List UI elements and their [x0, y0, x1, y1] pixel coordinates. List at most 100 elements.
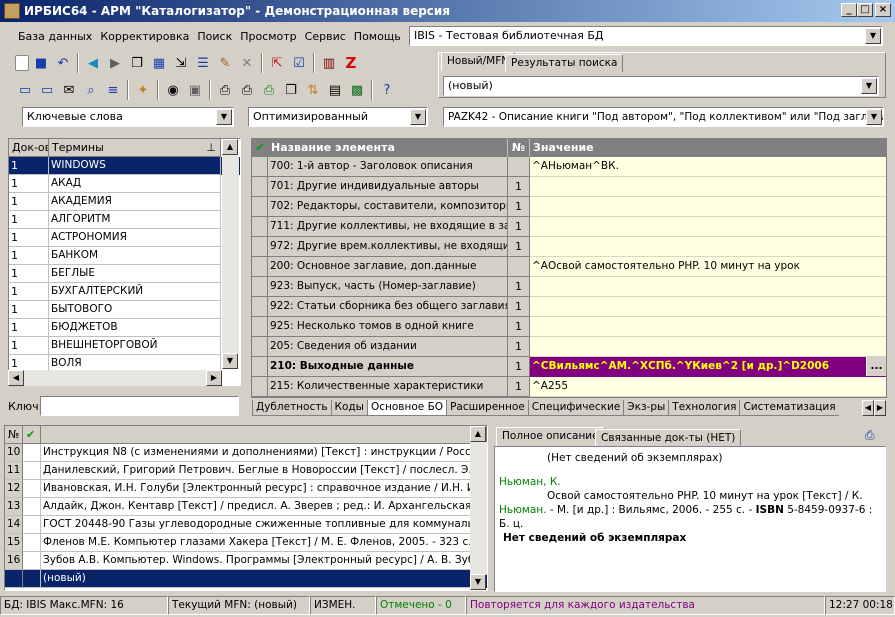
help-icon[interactable]: ? — [377, 80, 397, 100]
result-row[interactable]: 16 Зубов А.В. Компьютер. Windows. Програм… — [5, 552, 487, 570]
tree-icon[interactable]: ☰ — [193, 53, 213, 73]
field-value[interactable] — [530, 297, 886, 317]
check-icon[interactable]: ✔ — [23, 426, 41, 444]
field-row[interactable]: 922: Статьи сборника без общего заглавия… — [252, 297, 886, 317]
forward-icon[interactable]: ▶ — [105, 53, 125, 73]
chevron-down-icon[interactable]: ▼ — [861, 78, 877, 94]
field-value[interactable]: ^AОсвой самостоятельно PHP. 10 минут на … — [530, 257, 886, 277]
tab-linked-docs[interactable]: Связанные док-ты (НЕТ) — [595, 429, 742, 447]
delete-icon[interactable]: ✕ — [237, 53, 257, 73]
field-value-editor[interactable]: ^CВильямс^AМ.^XСПб.^YКиев^2 [и др.]^D200… — [530, 357, 886, 377]
result-check[interactable] — [23, 516, 41, 534]
back-icon[interactable]: ◀ — [83, 53, 103, 73]
result-check[interactable] — [23, 444, 41, 462]
chevron-down-icon[interactable]: ▼ — [216, 109, 232, 125]
list-icon[interactable]: ≡ — [103, 80, 123, 100]
menu-database[interactable]: База данных — [14, 28, 96, 46]
edit-icon[interactable]: ✎ — [215, 53, 235, 73]
mail-icon[interactable]: ✉ — [59, 80, 79, 100]
new-doc-icon[interactable] — [15, 55, 29, 71]
scroll-right-icon[interactable]: ▶ — [206, 370, 222, 386]
result-row[interactable]: 13 Алдайк, Джон. Кентавр [Текст] / предис… — [5, 498, 487, 516]
field-row[interactable]: 200: Основное заглавие, доп.данные ^AОсво… — [252, 257, 886, 277]
result-row[interactable]: 11 Данилевский, Григорий Петрович. Беглые… — [5, 462, 487, 480]
pin-icon[interactable]: ⊥ — [206, 139, 216, 156]
dictionary-row[interactable]: 1 БЕГЛЫЕ — [9, 265, 240, 283]
result-check[interactable] — [23, 534, 41, 552]
worksheet-tab[interactable]: Коды — [330, 400, 367, 416]
grid-icon[interactable]: ▦ — [149, 53, 169, 73]
chevron-down-icon[interactable]: ▼ — [866, 109, 882, 125]
tab-search-results[interactable]: Результаты поиска — [505, 54, 624, 72]
field-row[interactable]: 700: 1-й автор - Заголовок описания ^AНью… — [252, 157, 886, 177]
mode-select[interactable]: Оптимизированный ▼ — [248, 107, 428, 127]
check-icon[interactable]: ☑ — [289, 53, 309, 73]
worksheet-tab[interactable]: Расширенное — [446, 400, 528, 416]
col-terms-header[interactable]: Термины ⊥ — [49, 139, 221, 157]
field-row[interactable]: 923: Выпуск, часть (Номер-заглавие) 1 — [252, 277, 886, 297]
dictionary-row[interactable]: 1 ВНЕШНЕТОРГОВОЙ — [9, 337, 240, 355]
database-select[interactable]: IBIS - Тестовая библиотечная БД ▼ — [409, 26, 883, 46]
z-icon[interactable]: Z — [341, 53, 361, 73]
dictionary-row[interactable]: 1 АКАДЕМИЯ — [9, 193, 240, 211]
worksheet-tab[interactable]: Систематизация — [739, 400, 839, 416]
chevron-down-icon[interactable]: ▼ — [865, 28, 881, 44]
menu-view[interactable]: Просмотр — [236, 28, 300, 46]
scroll-up-icon[interactable]: ▲ — [222, 139, 238, 155]
scroll-left-icon[interactable]: ◀ — [8, 370, 24, 386]
field-row[interactable]: 925: Несколько томов в одной книге 1 — [252, 317, 886, 337]
results-scroll-up-icon[interactable]: ▲ — [470, 426, 486, 442]
dictionary-row[interactable]: 1 БЫТОВОГО — [9, 301, 240, 319]
worksheet-select[interactable]: PAZK42 - Описание книги "Под автором", "… — [443, 107, 884, 127]
result-check[interactable] — [23, 552, 41, 570]
worksheet-tab[interactable]: Дублетность — [252, 400, 331, 416]
field-row[interactable]: 702: Редакторы, составители, композиторы… — [252, 197, 886, 217]
dictionary-row[interactable]: 1 АСТРОНОМИЯ — [9, 229, 240, 247]
field-row[interactable]: 210: Выходные данные 1 ^CВильямс^AМ.^XСПб.… — [252, 357, 886, 377]
menu-search[interactable]: Поиск — [193, 28, 236, 46]
menu-edit[interactable]: Корректировка — [96, 28, 193, 46]
result-row[interactable]: 10 Инструкция N8 (с изменениями и дополне… — [5, 444, 487, 462]
print2-icon[interactable]: ⎙ — [237, 80, 257, 100]
worksheet-tab[interactable]: Основное БО — [366, 400, 447, 416]
excel-icon[interactable]: ▩ — [347, 80, 367, 100]
result-check[interactable] — [23, 498, 41, 516]
close-button[interactable]: × — [875, 3, 891, 17]
folder-icon[interactable]: ▣ — [185, 80, 205, 100]
field-value[interactable]: ^AНьюман^BК. — [530, 157, 886, 177]
col-docs-header[interactable]: Док-ов — [9, 139, 49, 157]
dict-scrollbar[interactable] — [222, 155, 239, 353]
worksheet-tab[interactable]: Технология — [668, 400, 740, 416]
field-value[interactable] — [530, 317, 886, 337]
dictionary-row[interactable]: 1 WINDOWS — [9, 157, 240, 175]
minimize-button[interactable]: _ — [841, 3, 857, 17]
barcode-icon[interactable]: ▥ — [319, 53, 339, 73]
menu-service[interactable]: Сервис — [301, 28, 350, 46]
dictionary-select[interactable]: Ключевые слова ▼ — [22, 107, 234, 127]
results-scroll-down-icon[interactable]: ▼ — [470, 574, 486, 590]
tab-full-description[interactable]: Полное описание — [496, 427, 605, 446]
save-icon[interactable]: ■ — [31, 53, 51, 73]
tab-scroll-right-icon[interactable]: ▶ — [874, 400, 886, 416]
scroll-down-icon[interactable]: ▼ — [222, 353, 238, 369]
dict-hscrollbar[interactable]: ◀ ▶ — [8, 370, 222, 386]
print-preview-icon[interactable]: ⎙ — [865, 428, 883, 444]
field-value[interactable] — [530, 217, 886, 237]
result-check[interactable] — [23, 570, 41, 588]
paint-icon[interactable]: ✦ — [133, 80, 153, 100]
field-value[interactable] — [530, 237, 886, 257]
comment-icon[interactable]: ▭ — [15, 80, 35, 100]
sort-icon[interactable]: ⇅ — [303, 80, 323, 100]
print3-icon[interactable]: ⎙ — [259, 80, 279, 100]
key-input[interactable] — [40, 396, 239, 416]
comment2-icon[interactable]: ▭ — [37, 80, 57, 100]
chevron-down-icon[interactable]: ▼ — [410, 109, 426, 125]
find-icon[interactable]: ⌕ — [81, 80, 101, 100]
dictionary-row[interactable]: 1 АКАД — [9, 175, 240, 193]
worksheet-tab[interactable]: Экз-ры — [623, 400, 669, 416]
result-check[interactable] — [23, 462, 41, 480]
maximize-button[interactable]: □ — [857, 3, 873, 17]
field-row[interactable]: 972: Другие врем.коллективы, не входящие… — [252, 237, 886, 257]
tab-scroll-left-icon[interactable]: ◀ — [862, 400, 874, 416]
field-row[interactable]: 701: Другие индивидуальные авторы 1 — [252, 177, 886, 197]
